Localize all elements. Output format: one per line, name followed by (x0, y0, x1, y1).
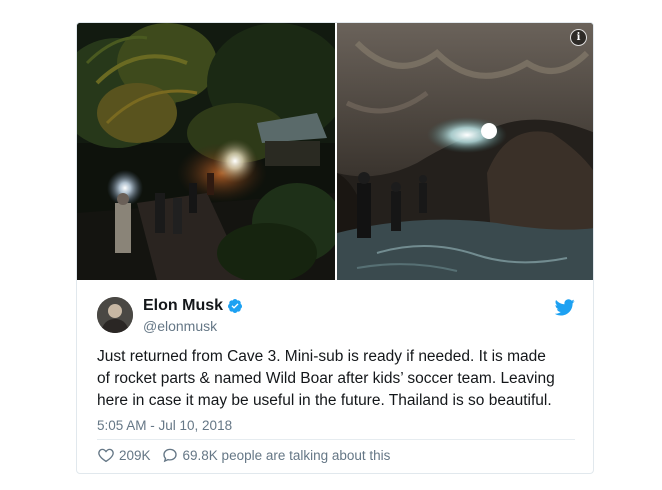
info-icon[interactable]: i (570, 29, 587, 46)
photo-jungle-night[interactable] (77, 23, 335, 280)
twitter-bird-icon[interactable] (555, 299, 575, 316)
avatar[interactable] (97, 297, 133, 333)
photo-cave[interactable] (337, 23, 594, 280)
divider (97, 439, 575, 440)
like-button[interactable]: 209K (97, 446, 151, 464)
display-name[interactable]: Elon Musk (143, 297, 223, 315)
speech-bubble-icon (162, 448, 177, 463)
tweet-media[interactable]: i (77, 23, 594, 280)
handle[interactable]: @elonmusk (143, 318, 217, 334)
heart-icon (98, 448, 114, 463)
tweet-header: Elon Musk @elonmusk (97, 295, 575, 335)
name-row: Elon Musk (143, 297, 243, 315)
timestamp[interactable]: 5:05 AM - Jul 10, 2018 (97, 418, 232, 433)
like-count: 209K (119, 447, 151, 463)
verified-badge-icon (228, 299, 243, 313)
embedded-tweet-card[interactable]: i Elon Musk @elonmusk Just returned from… (76, 22, 594, 474)
tweet-actions: 209K 69.8K people are talking about this (97, 444, 390, 466)
conversation-link[interactable]: 69.8K people are talking about this (161, 446, 391, 464)
talking-count: 69.8K people are talking about this (182, 447, 391, 463)
avatar-image (97, 297, 133, 333)
tweet-text: Just returned from Cave 3. Mini-sub is r… (97, 348, 555, 409)
